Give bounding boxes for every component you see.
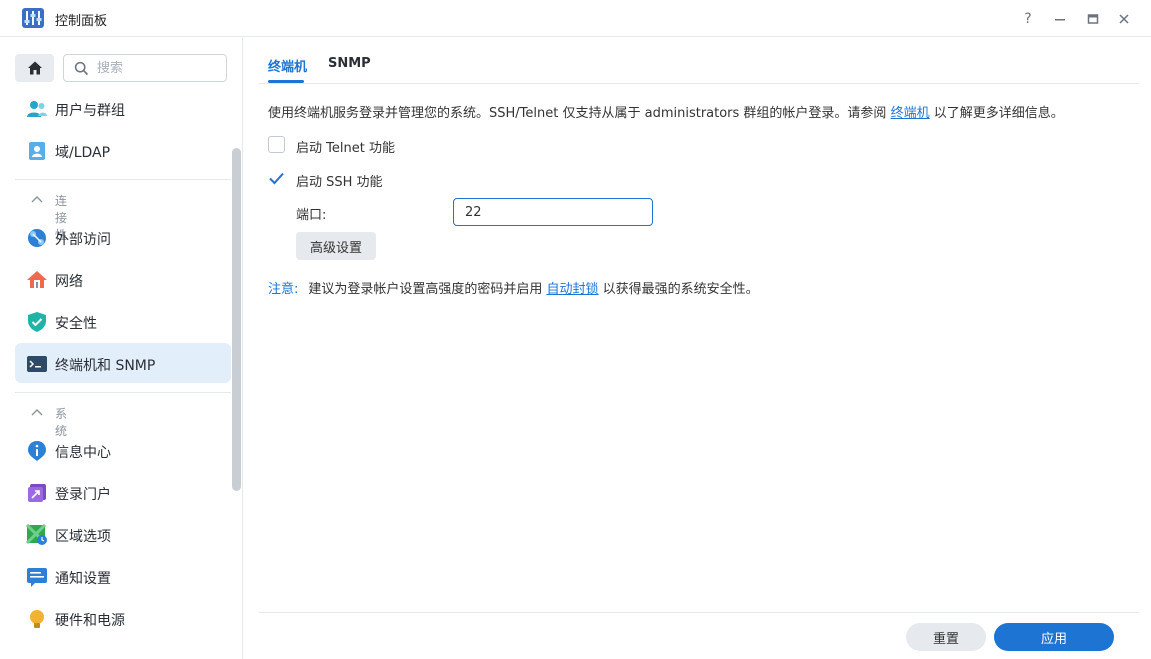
telnet-label: 启动 Telnet 功能	[296, 141, 395, 156]
security-shield-icon	[28, 312, 46, 332]
terminal-help-link[interactable]: 终端机	[891, 106, 930, 121]
sidebar-item-notification[interactable]: 通知设置	[15, 556, 231, 596]
checkmark-icon	[269, 172, 284, 185]
notification-icon	[27, 568, 47, 587]
tab-terminal[interactable]: 终端机	[268, 56, 307, 75]
auto-block-link[interactable]: 自动封锁	[547, 282, 599, 297]
maximize-button[interactable]	[1083, 9, 1103, 29]
search-icon	[74, 61, 89, 76]
sidebar-item-domain-ldap[interactable]: 域/LDAP	[15, 130, 231, 170]
sidebar-item-security[interactable]: 安全性	[15, 301, 231, 341]
sidebar: 用户与群组 域/LDAP 连接性 外部访问 网络	[0, 38, 243, 659]
users-icon	[27, 101, 47, 117]
ssh-label: 启动 SSH 功能	[296, 175, 383, 190]
ssh-checkbox-row[interactable]: 启动 SSH 功能	[268, 169, 428, 190]
main-panel: 终端机 SNMP 使用终端机服务登录并管理您的系统。SSH/Telnet 仅支持…	[244, 38, 1151, 659]
active-tab-indicator	[268, 80, 304, 83]
sidebar-item-partial[interactable]	[15, 640, 231, 659]
external-access-icon	[28, 229, 46, 247]
close-button[interactable]	[1114, 9, 1134, 29]
help-button[interactable]: ?	[1018, 9, 1038, 29]
divider	[15, 392, 231, 393]
info-center-icon	[28, 441, 46, 461]
sidebar-item-terminal-snmp[interactable]: 终端机和 SNMP	[15, 343, 231, 383]
title-bar: 控制面板 ?	[0, 0, 1151, 37]
sidebar-scrollbar-thumb[interactable]	[232, 148, 241, 491]
search-input[interactable]	[97, 59, 217, 77]
hardware-power-icon	[30, 610, 44, 628]
advanced-settings-button[interactable]: 高级设置	[296, 232, 376, 260]
sidebar-item-users[interactable]: 用户与群组	[15, 88, 231, 128]
domain-ldap-icon	[29, 142, 45, 160]
maximize-icon	[1087, 14, 1099, 24]
minimize-button[interactable]	[1050, 9, 1070, 29]
login-portal-icon	[28, 484, 46, 502]
tab-bar: 终端机 SNMP	[259, 38, 1139, 84]
tab-snmp[interactable]: SNMP	[328, 56, 371, 71]
description-text: 使用终端机服务登录并管理您的系统。SSH/Telnet 仅支持从属于 admin…	[268, 106, 1064, 121]
regional-options-icon	[26, 524, 47, 545]
divider	[15, 179, 231, 180]
port-label: 端口:	[296, 208, 327, 223]
sidebar-item-hardware-power[interactable]: 硬件和电源	[15, 598, 231, 638]
control-panel-app-icon	[21, 7, 45, 29]
home-icon	[27, 61, 42, 75]
security-note: 注意: 建议为登录帐户设置高强度的密码并启用 自动封锁 以获得最强的系统安全性。	[268, 282, 759, 297]
chevron-up-icon	[31, 409, 43, 416]
footer-divider	[259, 612, 1139, 613]
port-input[interactable]	[453, 198, 653, 226]
telnet-checkbox[interactable]	[268, 136, 285, 153]
sidebar-item-login-portal[interactable]: 登录门户	[15, 472, 231, 512]
reset-button[interactable]: 重置	[906, 623, 986, 651]
sidebar-item-external-access[interactable]: 外部访问	[15, 217, 231, 257]
sidebar-item-network[interactable]: 网络	[15, 259, 231, 299]
sidebar-scrollbar[interactable]	[232, 148, 241, 491]
window-title: 控制面板	[55, 14, 108, 29]
telnet-checkbox-row[interactable]: 启动 Telnet 功能	[268, 135, 428, 156]
minimize-icon	[1055, 19, 1065, 21]
sidebar-item-info-center[interactable]: 信息中心	[15, 430, 231, 470]
help-icon: ?	[1024, 11, 1032, 27]
partial-item-icon	[26, 650, 48, 659]
terminal-icon	[27, 356, 47, 372]
note-label: 注意:	[268, 282, 299, 297]
home-button[interactable]	[15, 54, 54, 82]
network-home-icon	[27, 271, 47, 288]
search-box[interactable]	[63, 54, 227, 82]
ssh-checkbox[interactable]	[268, 170, 285, 187]
close-icon	[1119, 14, 1129, 24]
apply-button[interactable]: 应用	[994, 623, 1114, 651]
chevron-up-icon	[31, 196, 43, 203]
sidebar-item-regional-options[interactable]: 区域选项	[15, 514, 231, 554]
